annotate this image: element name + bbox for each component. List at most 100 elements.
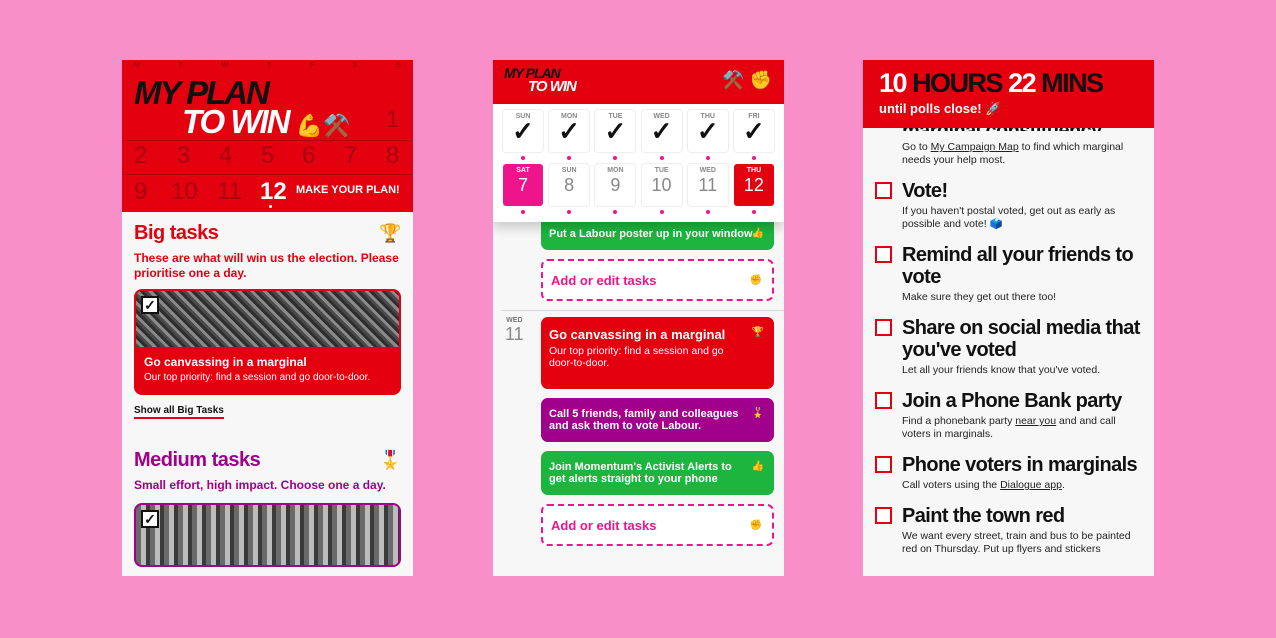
election-day-screen: 10 HOURS 22 MINS until polls close! 🚀 ma…	[863, 60, 1154, 576]
day-name: THU	[746, 167, 762, 174]
day-tile[interactable]: MON 9	[595, 164, 636, 206]
day-tile[interactable]: MON ✓	[549, 110, 590, 152]
dialogue-app-link[interactable]: Dialogue app	[1000, 479, 1062, 491]
check-icon: ✓	[558, 116, 581, 146]
task-activist-alerts[interactable]: Join Momentum's Activist Alerts to get a…	[541, 451, 774, 495]
day-tile[interactable]: WED 11	[687, 164, 728, 206]
calendar-day[interactable]: 11	[217, 178, 242, 206]
title-to-win: TO WIN 💪⚒️	[182, 103, 351, 141]
countdown-header: 10 HOURS 22 MINS until polls close! 🚀	[863, 60, 1154, 128]
calendar-day[interactable]: 4	[219, 142, 232, 170]
calendar-day[interactable]: 3	[177, 142, 190, 170]
task-checkbox[interactable]: ✓	[141, 296, 159, 314]
day-tile[interactable]: WED ✓	[641, 110, 682, 152]
near-you-link[interactable]: near you	[1015, 415, 1056, 427]
desc-text: .	[1061, 479, 1065, 491]
my-plan-screen: M T W T F S S MY PLAN TO WIN 💪⚒️ 1 2 3 4…	[122, 60, 413, 576]
calendar-day[interactable]: 7	[344, 142, 357, 170]
calendar-day[interactable]: 6	[302, 142, 315, 170]
day-name: WED	[506, 317, 523, 324]
medium-tasks-heading: Medium tasks 🎖️	[134, 449, 401, 472]
check-icon: ✓	[512, 116, 534, 146]
calendar-day[interactable]: 5	[261, 142, 274, 170]
trophy-icon: 🏆	[751, 327, 764, 338]
item-description: Make sure they get out there too!	[902, 291, 1057, 303]
countdown-mins: 22	[1008, 68, 1037, 98]
day-name: SAT	[516, 167, 530, 174]
item-checkbox[interactable]	[875, 182, 892, 199]
task-card-canvassing[interactable]: ✓ Go canvassing in a marginal Our top pr…	[134, 289, 401, 395]
add-edit-tasks-button[interactable]: Add or edit tasks ✊	[541, 259, 774, 301]
make-plan-button[interactable]: MAKE YOUR PLAN!	[296, 184, 400, 196]
item-checkbox[interactable]	[875, 507, 892, 524]
day-tile[interactable]: THU ✓	[687, 110, 728, 152]
item-checkbox[interactable]	[875, 456, 892, 473]
app-header: MY PLAN TO WIN ⚒️ ✊	[493, 60, 784, 104]
today-dot	[269, 205, 272, 208]
check-icon: ✓	[604, 116, 627, 146]
calendar-today[interactable]: 12	[260, 178, 287, 206]
day-tile[interactable]: FRI ✓	[733, 110, 774, 152]
weekday-letter: T	[266, 62, 272, 69]
task-checkbox[interactable]: ✓	[141, 510, 159, 528]
divider	[122, 174, 413, 175]
day-name: MON	[607, 167, 624, 174]
day-tile[interactable]: TUE 10	[641, 164, 682, 206]
day-number: 9	[610, 175, 621, 195]
day-number: 7	[517, 175, 528, 195]
calendar-day[interactable]: 2	[134, 142, 147, 170]
show-all-big-tasks-link[interactable]: Show all Big Tasks	[134, 405, 224, 419]
campaign-map-link[interactable]: My Campaign Map	[931, 141, 1019, 153]
calendar-day[interactable]: 1	[386, 106, 399, 134]
add-edit-label: Add or edit tasks	[551, 273, 657, 288]
day-tile[interactable]: TUE ✓	[595, 110, 636, 152]
day-tile[interactable]: SUN ✓	[503, 110, 543, 152]
medium-tasks-title: Medium tasks	[134, 449, 261, 471]
day-number: 11	[505, 324, 524, 344]
task-card-medium[interactable]: ✓	[134, 503, 401, 567]
add-edit-label: Add or edit tasks	[551, 518, 657, 533]
task-call-friends[interactable]: Call 5 friends, family and colleagues an…	[541, 398, 774, 442]
item-title: Join a Phone Bank party	[902, 390, 1122, 412]
calendar-header: M T W T F S S MY PLAN TO WIN 💪⚒️ 1 2 3 4…	[122, 60, 413, 212]
fist-icon: ✊	[749, 520, 762, 531]
medium-tasks-subtitle: Small effort, high impact. Choose one a …	[134, 478, 386, 492]
calendar-day[interactable]: 9	[134, 178, 147, 206]
task-label: Call 5 friends, family and colleagues an…	[549, 408, 739, 432]
muscle-tools-icon: 💪⚒️	[295, 113, 351, 138]
medal-icon: 🎖️	[379, 450, 401, 470]
weekday-letter: W	[221, 62, 229, 69]
calendar-day[interactable]: 8	[386, 142, 399, 170]
checklist-item: Vote! If you haven't postal voted, get o…	[875, 180, 1142, 231]
tools-fist-icon: ⚒️ ✊	[722, 70, 772, 90]
item-description: Let all your friends know that you've vo…	[902, 364, 1101, 376]
day-number: 12	[743, 175, 764, 195]
desc-text: Go to	[902, 141, 931, 153]
day-dots	[503, 206, 774, 218]
divider	[122, 140, 413, 141]
trophy-icon: 🏆	[379, 223, 401, 243]
street-photo: ✓	[136, 505, 399, 565]
day-tile-election[interactable]: THU 12	[733, 164, 774, 206]
crowd-photo: ✓	[136, 291, 399, 347]
day-dots	[503, 152, 774, 164]
day-tile-selected[interactable]: SAT 7	[503, 164, 543, 206]
weekday-letter: S	[352, 62, 358, 69]
item-checkbox[interactable]	[875, 246, 892, 263]
item-title: Share on social media that you've voted	[902, 317, 1140, 361]
task-canvassing[interactable]: Go canvassing in a marginal Our top prio…	[541, 317, 774, 389]
item-checkbox[interactable]	[875, 319, 892, 336]
day-tile[interactable]: SUN 8	[549, 164, 590, 206]
divider	[501, 310, 784, 311]
check-icon: ✓	[743, 116, 765, 146]
checklist-item: Remind all your friends to vote Make sur…	[875, 244, 1142, 304]
item-checkbox[interactable]	[875, 392, 892, 409]
add-edit-tasks-button[interactable]: Add or edit tasks ✊	[541, 504, 774, 546]
checklist-item-partial: marginal constituency Go to My Campaign …	[875, 122, 1142, 167]
item-title: Paint the town red	[902, 505, 1065, 527]
desc-text: Find a phonebank party	[902, 415, 1016, 427]
checklist-item: Share on social media that you've voted …	[875, 317, 1142, 377]
calendar-day[interactable]: 10	[171, 178, 198, 206]
checklist: marginal constituency Go to My Campaign …	[863, 122, 1154, 556]
countdown-hours: 10	[879, 68, 908, 98]
